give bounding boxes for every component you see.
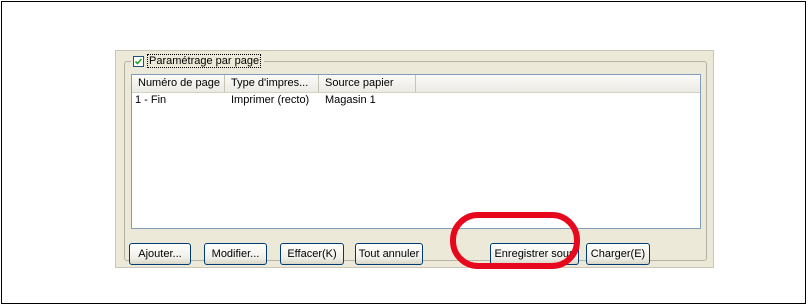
- column-header-paper-source[interactable]: Source papier: [319, 75, 416, 92]
- page-settings-panel: Paramétrage par page Numéro de page Type…: [115, 50, 714, 268]
- per-page-settings-group: Paramétrage par page Numéro de page Type…: [124, 54, 707, 265]
- cancel-all-button[interactable]: Tout annuler: [355, 243, 423, 265]
- load-button[interactable]: Charger(E): [586, 243, 650, 265]
- delete-button[interactable]: Effacer(K): [280, 243, 344, 265]
- cell-page-number: 1 - Fin: [135, 94, 167, 106]
- page-settings-list[interactable]: Numéro de page Type d'impres... Source p…: [131, 74, 701, 229]
- per-page-settings-label: Paramétrage par page: [147, 54, 262, 68]
- list-row[interactable]: 1 - Fin Imprimer (recto) Magasin 1: [132, 93, 700, 107]
- cell-paper-source: Magasin 1: [325, 94, 376, 106]
- checkmark-icon: [134, 57, 143, 65]
- column-header-page-number[interactable]: Numéro de page: [132, 75, 225, 92]
- save-as-button[interactable]: Enregistrer sous: [490, 243, 579, 265]
- add-button[interactable]: Ajouter...: [129, 243, 191, 265]
- modify-button[interactable]: Modifier...: [204, 243, 267, 265]
- list-header: Numéro de page Type d'impres... Source p…: [132, 75, 700, 93]
- group-legend: Paramétrage par page: [131, 54, 265, 68]
- column-header-print-type[interactable]: Type d'impres...: [225, 75, 319, 92]
- cell-print-type: Imprimer (recto): [231, 94, 310, 106]
- per-page-settings-checkbox[interactable]: [133, 55, 144, 67]
